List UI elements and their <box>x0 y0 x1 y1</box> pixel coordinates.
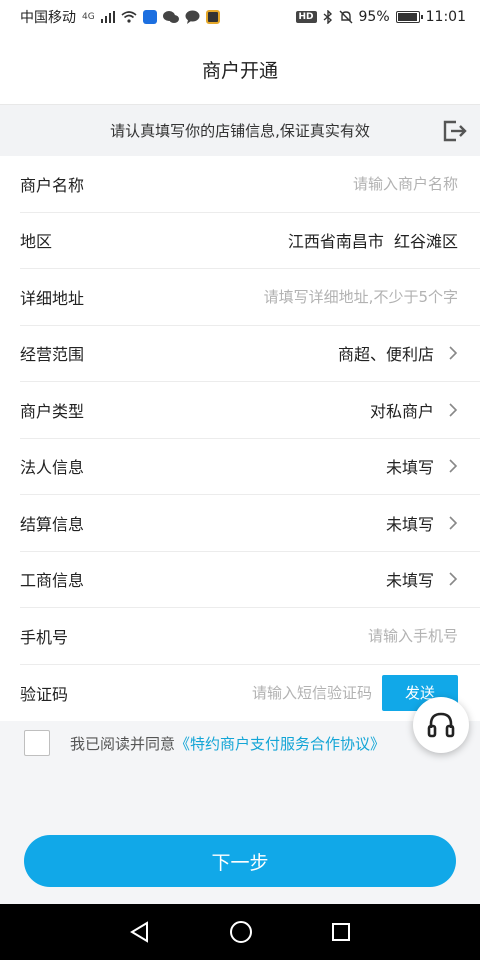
hd-badge: HD <box>295 11 317 23</box>
network-type: 4G <box>82 12 95 22</box>
app-notification-icon <box>142 10 157 24</box>
page-title: 商户开通 <box>201 59 278 82</box>
agreement-link[interactable]: 《特约商户支付服务合作协议》 <box>175 733 385 754</box>
settlement-label: 结算信息 <box>20 514 85 534</box>
legal-person-value: 未填写 <box>385 458 434 478</box>
wifi-icon <box>121 11 137 23</box>
chevron-right-icon <box>449 403 458 417</box>
headset-icon <box>427 712 455 738</box>
carrier-name: 中国移动 <box>20 10 76 26</box>
status-bar: 中国移动 4G HD 95% 11:01 <box>0 0 480 34</box>
form-row-settlement[interactable]: 结算信息 未填写 <box>20 495 480 552</box>
nav-bar: 商户开通 <box>0 34 480 104</box>
wechat-icon <box>162 11 179 23</box>
battery-fill <box>397 13 417 21</box>
notice-bar: 请认真填写你的店铺信息,保证真实有效 <box>0 104 480 156</box>
business-scope-label: 经营范围 <box>20 345 85 365</box>
verification-code-label: 验证码 <box>20 684 69 704</box>
signal-icon <box>100 11 115 23</box>
notice-text: 请认真填写你的店铺信息,保证真实有效 <box>110 122 370 140</box>
bluetooth-icon <box>323 10 332 24</box>
app-badge-icon <box>205 10 220 24</box>
chevron-right-icon <box>449 516 458 530</box>
merchant-type-label: 商户类型 <box>20 401 85 421</box>
agreement: 我已阅读并同意 《特约商户支付服务合作协议》 <box>24 730 385 756</box>
agreement-checkbox[interactable] <box>24 730 50 756</box>
verification-code-input[interactable] <box>192 683 372 702</box>
system-navigation-bar <box>0 904 480 960</box>
merchant-type-value: 对私商户 <box>369 401 434 421</box>
chevron-right-icon <box>449 572 458 586</box>
message-icon <box>185 10 200 24</box>
next-step-button[interactable]: 下一步 <box>24 835 456 887</box>
merchant-name-input[interactable] <box>198 174 458 193</box>
merchant-name-label: 商户名称 <box>20 175 85 195</box>
form-row-legal-person[interactable]: 法人信息 未填写 <box>20 439 480 495</box>
address-input[interactable] <box>178 287 458 306</box>
form-row-merchant-type[interactable]: 商户类型 对私商户 <box>20 382 480 439</box>
business-scope-value: 商超、便利店 <box>337 345 434 365</box>
back-icon[interactable] <box>129 921 151 943</box>
status-right: HD 95% 11:01 <box>295 9 466 25</box>
status-left: 中国移动 4G <box>20 7 220 27</box>
form-row-verification-code[interactable]: 验证码 发送 <box>20 665 480 722</box>
agreement-prefix: 我已阅读并同意 <box>70 734 176 753</box>
chevron-right-icon <box>449 459 458 473</box>
merchant-form: 商户名称 地区 江西省南昌市 红谷滩区 详细地址 经营范围 商超、便利店 商户类… <box>0 156 480 721</box>
address-label: 详细地址 <box>20 288 85 308</box>
form-row-phone[interactable]: 手机号 <box>20 608 480 665</box>
business-registration-value: 未填写 <box>385 571 434 591</box>
phone-input[interactable] <box>198 626 458 645</box>
legal-person-label: 法人信息 <box>20 458 85 478</box>
form-row-merchant-name[interactable]: 商户名称 <box>20 156 480 213</box>
region-label: 地区 <box>20 232 53 252</box>
form-row-address[interactable]: 详细地址 <box>20 269 480 326</box>
customer-service-button[interactable] <box>413 697 469 753</box>
recents-icon[interactable] <box>331 922 351 942</box>
phone-label: 手机号 <box>20 627 69 647</box>
home-icon[interactable] <box>229 920 253 944</box>
region-value[interactable]: 江西省南昌市 红谷滩区 <box>288 228 458 252</box>
form-row-business-registration[interactable]: 工商信息 未填写 <box>20 552 480 608</box>
mute-icon <box>339 10 353 24</box>
form-row-business-scope[interactable]: 经营范围 商超、便利店 <box>20 326 480 382</box>
battery-percent: 95% <box>358 9 390 25</box>
battery-icon <box>395 11 423 23</box>
exit-icon[interactable] <box>442 119 468 143</box>
business-registration-label: 工商信息 <box>20 571 85 591</box>
settlement-value: 未填写 <box>385 514 434 534</box>
chevron-right-icon <box>449 346 458 360</box>
clock: 11:01 <box>425 9 466 25</box>
form-row-region[interactable]: 地区 江西省南昌市 红谷滩区 <box>20 213 480 269</box>
